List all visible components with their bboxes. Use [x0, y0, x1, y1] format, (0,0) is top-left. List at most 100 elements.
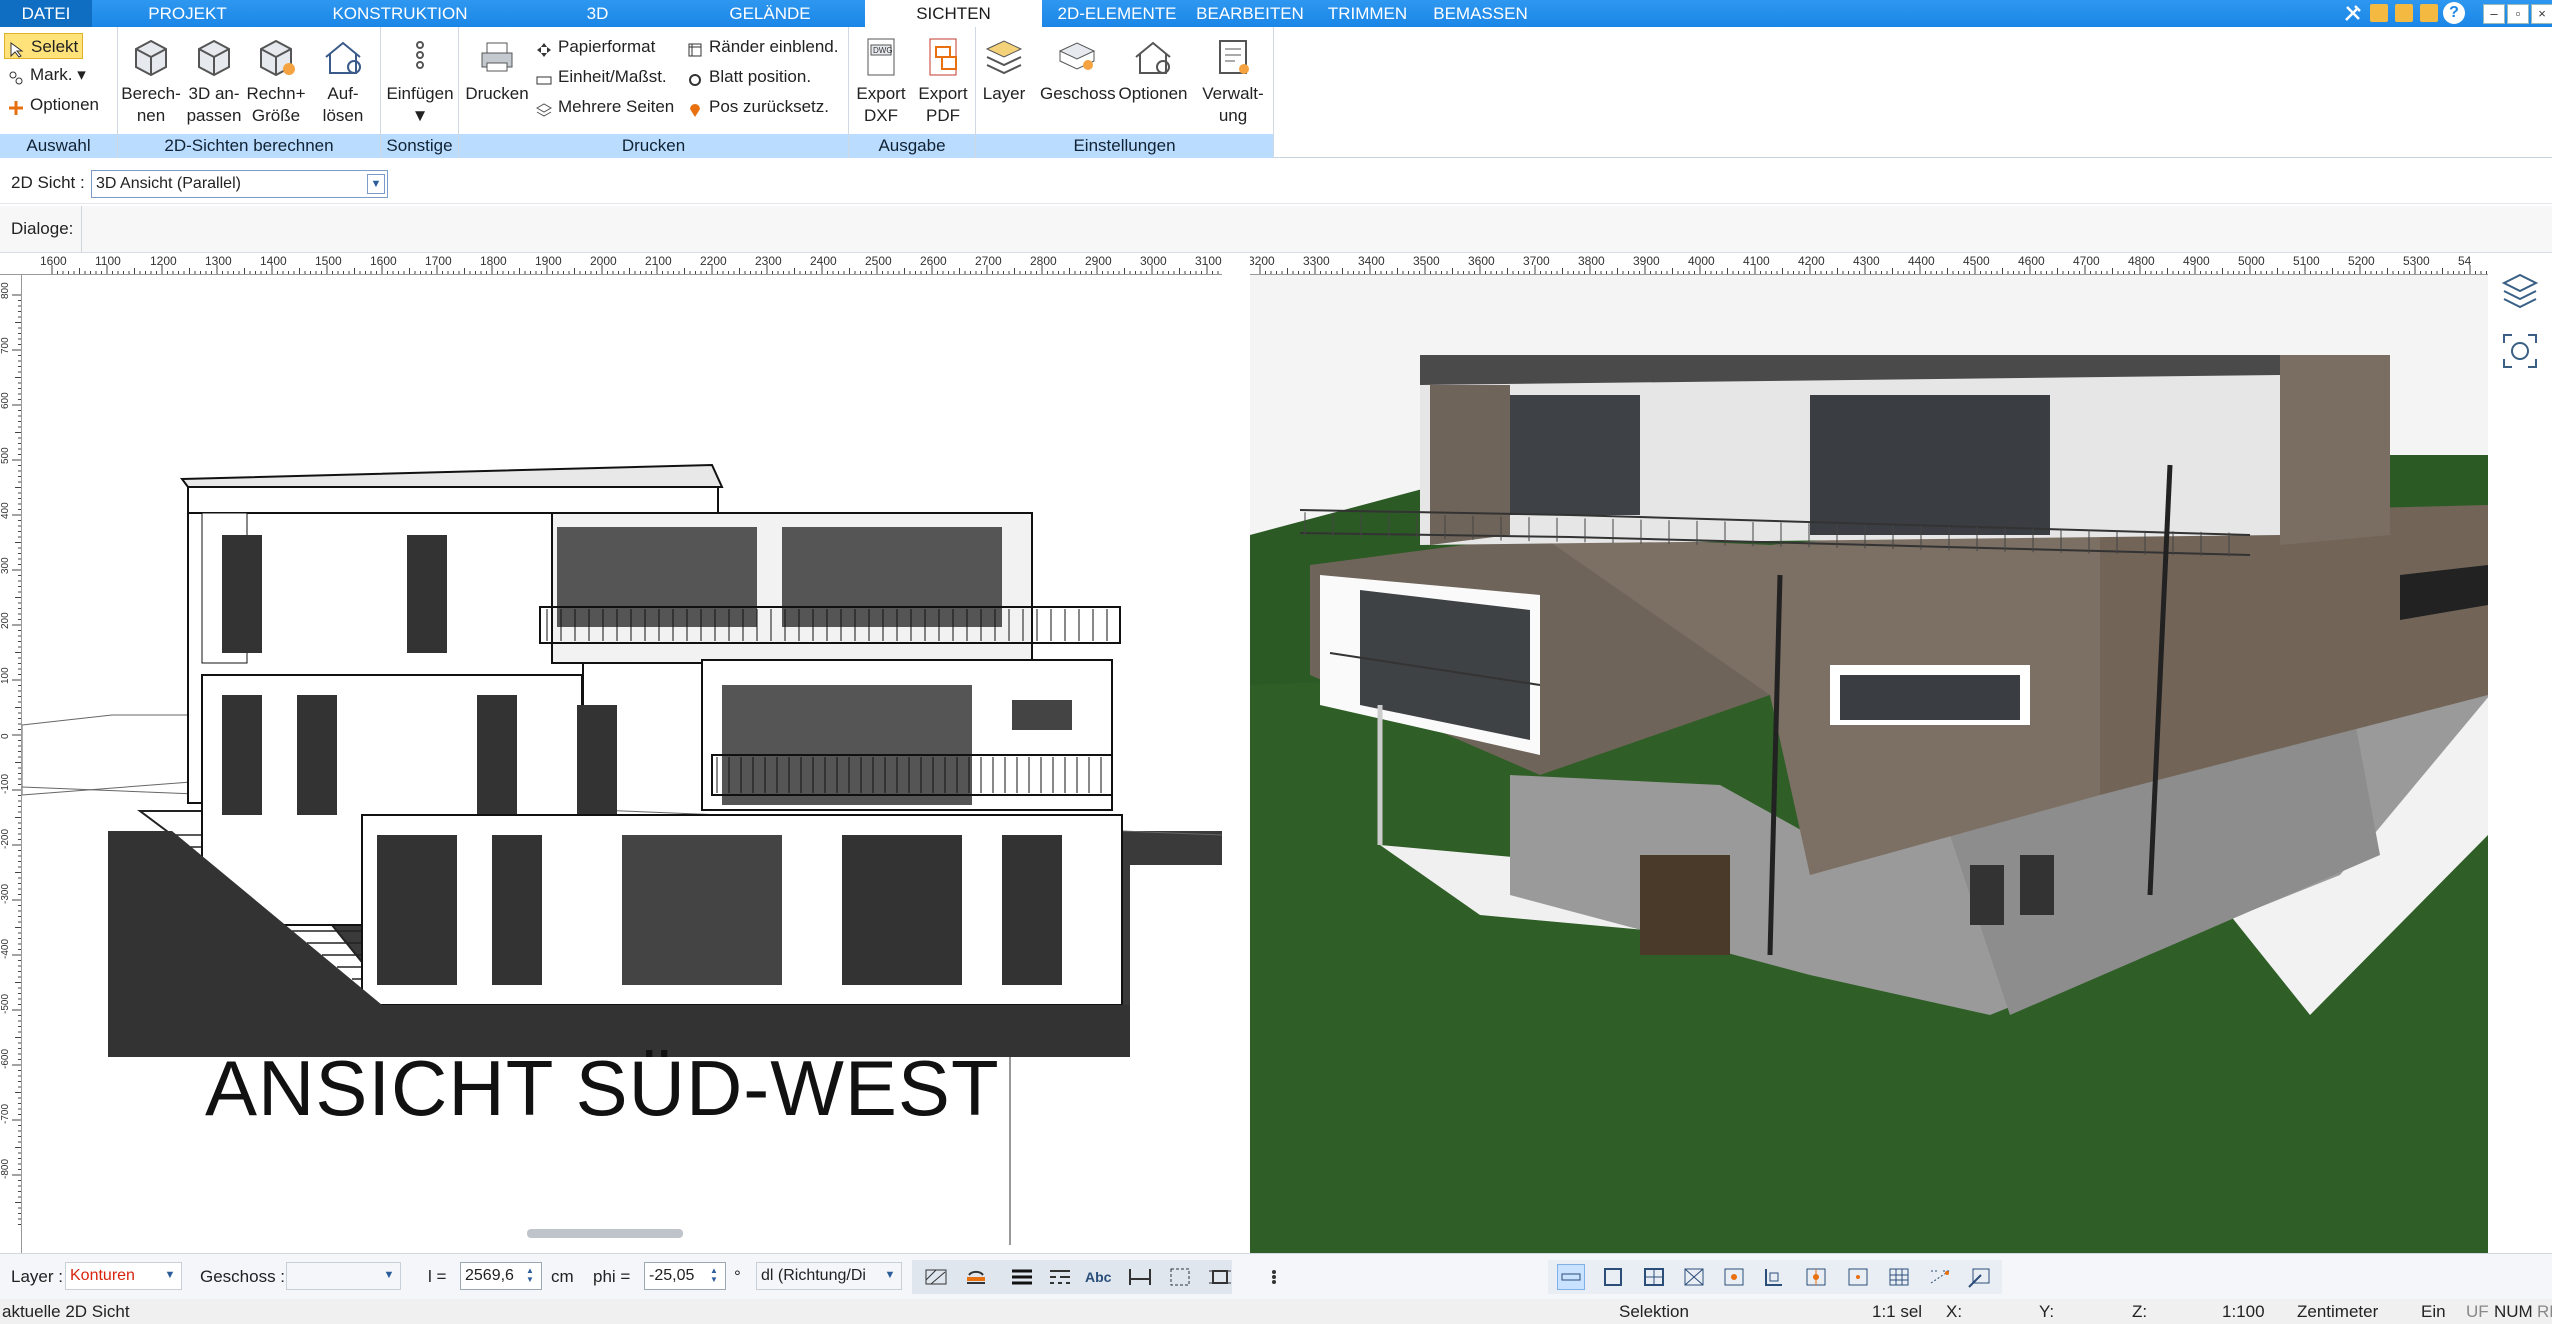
einfuegen-button[interactable]: Einfügen ▼	[385, 35, 455, 127]
ruler-label: 5300	[2403, 254, 2430, 268]
tab-gelaende[interactable]: GELÄNDE	[720, 0, 820, 27]
export-pdf-button[interactable]: Export PDF	[913, 35, 973, 127]
layer-button[interactable]: Layer	[980, 35, 1028, 105]
tab-2d-elemente[interactable]: 2D-ELEMENTE	[1052, 0, 1182, 27]
line-type-icon[interactable]	[1046, 1264, 1074, 1290]
ruler-label: 1100	[95, 254, 121, 268]
rechnen-groesse-button[interactable]: Rechn+ Größe	[246, 35, 306, 127]
status-scale: 1:100	[2222, 1302, 2265, 1321]
layer-select[interactable]: Konturen ▼	[65, 1262, 182, 1290]
export-dxf-button[interactable]: DWG Export DXF	[851, 35, 911, 127]
ortho-icon[interactable]	[1926, 1264, 1954, 1290]
drucken-label: Drucken	[465, 84, 529, 103]
selekt-button[interactable]: Selekt	[4, 33, 84, 59]
restore-button[interactable]: ▫	[2507, 4, 2529, 24]
tab-datei[interactable]: DATEI	[0, 0, 92, 27]
snap-corner-icon[interactable]	[1760, 1264, 1788, 1290]
snap-line-icon[interactable]	[1557, 1264, 1585, 1290]
horizontal-scrollbar[interactable]	[527, 1229, 683, 1238]
fill-icon[interactable]	[962, 1264, 990, 1290]
mark-button[interactable]: Mark. ▾	[8, 62, 86, 88]
tab-konstruktion[interactable]: KONSTRUKTION	[320, 0, 480, 27]
view2d-select[interactable]: 3D Ansicht (Parallel) ▼	[91, 170, 388, 198]
snap-grid-icon[interactable]	[1640, 1264, 1668, 1290]
status-unit: Zentimeter	[2297, 1302, 2379, 1321]
tab-trimmen[interactable]: TRIMMEN	[1320, 0, 1415, 27]
print-icon[interactable]	[2420, 4, 2438, 22]
chevron-down-icon[interactable]: ▼	[380, 1266, 398, 1286]
splitter[interactable]	[1222, 253, 1250, 1253]
snap-center-icon[interactable]	[1680, 1264, 1708, 1290]
focus-icon[interactable]	[2500, 331, 2540, 371]
einheit-label: Einheit/Maßst.	[558, 67, 667, 86]
phi-label: phi =	[593, 1267, 631, 1286]
length-input[interactable]: 2569,6 ▲ ▼	[460, 1262, 542, 1290]
ruler-label: 3300	[1303, 254, 1330, 268]
geschoss-button[interactable]: Geschoss	[1040, 35, 1116, 105]
tab-bearbeiten[interactable]: BEARBEITEN	[1195, 0, 1305, 27]
ruler-label: 1600	[40, 254, 67, 268]
save-icon[interactable]	[2395, 4, 2413, 22]
group-2d-sichten: Berech-nen 3D an-passen Rechn+ Größe Auf-…	[118, 27, 381, 158]
more-vertical-icon[interactable]	[1260, 1264, 1288, 1290]
pos-zuruecksetzen-button[interactable]: Pos zurücksetz.	[687, 94, 829, 120]
group-einstellungen: Layer Geschoss Optionen Verwalt-ung Eins…	[976, 27, 1274, 158]
minimize-button[interactable]: –	[2483, 4, 2505, 24]
drucken-button[interactable]: Drucken	[464, 35, 530, 105]
close-button[interactable]: ×	[2531, 4, 2552, 24]
left-2d-view[interactable]: 1600 1100 1200 1300 1400 1500 1600 1700 1800 1900…	[0, 253, 1222, 1253]
tools-icon[interactable]	[2343, 3, 2363, 23]
folder-icon[interactable]	[2370, 4, 2388, 22]
snap-off-icon[interactable]	[1966, 1264, 1994, 1290]
snap-mid-icon[interactable]	[1844, 1264, 1872, 1290]
select-frame-icon[interactable]	[1206, 1264, 1234, 1290]
ruler-top: 1600 1100 1200 1300 1400 1500 1600 1700 1800 1900…	[0, 253, 1222, 275]
line-weight-icon[interactable]	[1008, 1264, 1036, 1290]
label-line1: Berech-	[121, 84, 181, 103]
verwaltung-button[interactable]: Verwalt-ung	[1198, 35, 1268, 127]
chevron-down-icon[interactable]: ▼	[367, 174, 385, 194]
mehrere-seiten-button[interactable]: Mehrere Seiten	[535, 94, 674, 120]
snap-intersect-icon[interactable]	[1802, 1264, 1830, 1290]
tab-bemassen[interactable]: BEMASSEN	[1428, 0, 1533, 27]
dl-select[interactable]: dl (Richtung/Di ▼	[756, 1262, 902, 1290]
layers-icon[interactable]	[2500, 271, 2540, 311]
snap-point-icon[interactable]	[1720, 1264, 1748, 1290]
text-style-button[interactable]: Abc	[1084, 1264, 1112, 1290]
bottom-toolbar: Layer : Konturen ▼ Geschoss : ▼ l = 2569…	[0, 1253, 2552, 1299]
status-uf: UF	[2466, 1302, 2489, 1321]
chevron-down-icon[interactable]: ▼	[881, 1266, 899, 1286]
blatt-position-button[interactable]: Blatt position.	[687, 64, 811, 90]
papierformat-button[interactable]: Papierformat	[536, 34, 655, 60]
status-bar: aktuelle 2D Sicht Selektion 1:1 sel X: Y…	[0, 1299, 2552, 1324]
einheit-button[interactable]: Einheit/Maßst.	[536, 64, 667, 90]
optionen-settings-button[interactable]: Optionen	[1116, 35, 1190, 105]
blatt-label: Blatt position.	[709, 67, 812, 86]
chevron-down-icon[interactable]: ▼	[161, 1266, 179, 1286]
ruler-label: 4100	[1743, 254, 1770, 268]
ruler-label: 2200	[700, 254, 727, 268]
spinner-icon[interactable]: ▲ ▼	[705, 1266, 723, 1286]
move-icon	[536, 40, 554, 57]
tab-projekt[interactable]: PROJEKT	[135, 0, 240, 27]
hatch-icon[interactable]	[922, 1264, 950, 1290]
view2d-label: 2D Sicht :	[11, 173, 85, 192]
clipboard-gear-icon	[1210, 35, 1256, 79]
aufloesen-button[interactable]: Auf-lösen	[313, 35, 373, 127]
grid-icon[interactable]	[1885, 1264, 1913, 1290]
tab-3d[interactable]: 3D	[575, 0, 620, 27]
geschoss-select[interactable]: ▼	[286, 1262, 401, 1290]
3d-anpassen-button[interactable]: 3D an-passen	[184, 35, 244, 127]
optionen-button[interactable]: Optionen	[8, 92, 99, 118]
raender-label: Ränder einblend.	[709, 37, 839, 56]
berechnen-button[interactable]: Berech-nen	[121, 35, 181, 127]
phi-input[interactable]: -25,05 ▲ ▼	[644, 1262, 726, 1290]
dimension-icon[interactable]	[1126, 1264, 1154, 1290]
frame-icon[interactable]	[1166, 1264, 1194, 1290]
snap-rect-icon[interactable]	[1599, 1264, 1627, 1290]
right-3d-view[interactable]: 3200 3300 3400 3500 3600 3700 3800 3900 4000 4100…	[1250, 253, 2488, 1253]
tab-sichten[interactable]: SICHTEN	[865, 0, 1042, 28]
spinner-icon[interactable]: ▲ ▼	[521, 1266, 539, 1286]
help-icon[interactable]: ?	[2443, 2, 2465, 24]
raender-button[interactable]: Ränder einblend.	[687, 34, 838, 60]
